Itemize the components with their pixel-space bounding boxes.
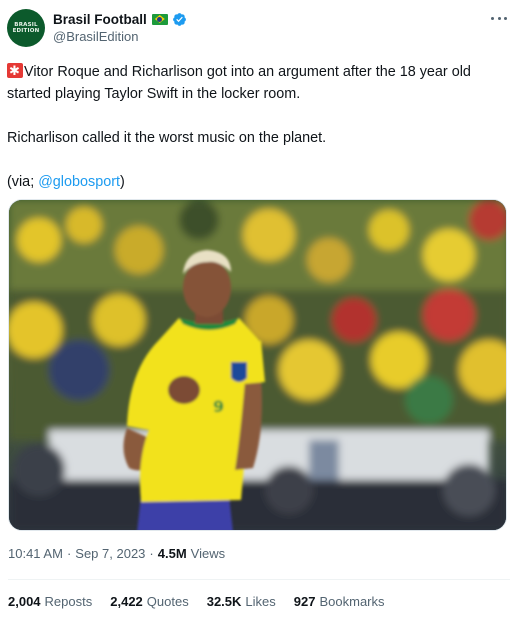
bookmarks-stat[interactable]: 927 Bookmarks [294, 594, 385, 609]
mention-link[interactable]: @globosport [38, 174, 120, 190]
reposts-count: 2,004 [8, 594, 41, 609]
tweet-line-1: Vitor Roque and Richarlison got into an … [7, 64, 471, 102]
tweet-time[interactable]: 10:41 AM [8, 546, 63, 561]
tweet-date[interactable]: Sep 7, 2023 [75, 546, 145, 561]
author-display-name[interactable]: Brasil Football [53, 12, 147, 27]
reposts-stat[interactable]: 2,004 Reposts [8, 594, 92, 609]
views-label: Views [190, 546, 226, 561]
more-options-icon[interactable] [489, 10, 509, 26]
quotes-count: 2,422 [110, 594, 143, 609]
bookmarks-count: 927 [293, 594, 316, 609]
views-count: 4.5M [157, 546, 187, 561]
via-suffix: ) [120, 174, 125, 190]
likes-label: Likes [245, 594, 276, 609]
brazil-flag-icon [151, 13, 168, 25]
verified-badge-icon [172, 12, 186, 26]
author-handle[interactable]: @BrasilEdition [53, 29, 138, 44]
tweet-photo[interactable]: 9 [8, 199, 507, 531]
meta-separator: · [66, 546, 72, 561]
meta-separator: · [149, 546, 154, 561]
tweet-text: Vitor Roque and Richarlison got into an … [7, 61, 513, 193]
engagement-stats: 2,004 Reposts 2,422 Quotes 32.5K Likes 9… [8, 594, 403, 609]
likes-stat[interactable]: 32.5K Likes [207, 594, 276, 609]
avatar[interactable]: BRASIL EDITION [7, 9, 45, 47]
tweet-via-line: (via; @globosport) [7, 171, 513, 193]
divider [8, 579, 510, 580]
tweet-paragraph-1: Vitor Roque and Richarlison got into an … [7, 61, 513, 105]
tweet-meta: 10:41 AM · Sep 7, 2023 · 4.5M Views [8, 546, 225, 561]
bookmarks-label: Bookmarks [319, 594, 385, 609]
avatar-logo-text: BRASIL EDITION [12, 22, 40, 34]
jersey-number: 9 [213, 397, 224, 416]
quotes-label: Quotes [146, 594, 189, 609]
footballer-photo: 9 [9, 200, 506, 530]
likes-count: 32.5K [206, 594, 242, 609]
siren-icon [7, 61, 23, 83]
via-prefix: (via; [7, 174, 39, 190]
tweet-header: BRASIL EDITION Brasil Football @BrasilEd… [7, 8, 517, 50]
author-name-row: Brasil Football [53, 10, 187, 28]
quotes-stat[interactable]: 2,422 Quotes [110, 594, 188, 609]
reposts-label: Reposts [44, 594, 93, 609]
tweet-line-2: Richarlison called it the worst music on… [7, 130, 327, 146]
